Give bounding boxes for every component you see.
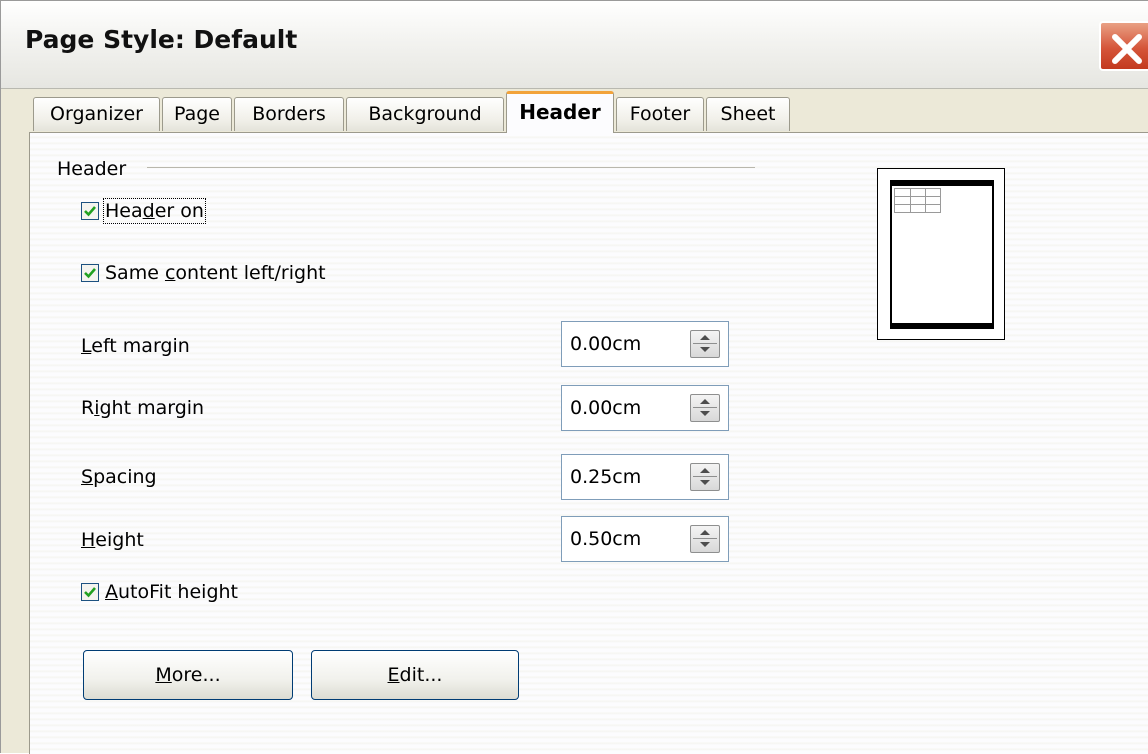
right-margin-spinner[interactable]: 0.00cm <box>561 385 729 431</box>
tab-footer[interactable]: Footer <box>616 97 704 131</box>
height-spinner[interactable]: 0.50cm <box>561 516 729 562</box>
same-content-label: Same content left/right <box>105 262 326 284</box>
left-margin-spinner[interactable]: 0.00cm <box>561 321 729 367</box>
dialog-title: Page Style: Default <box>25 25 298 54</box>
spin-up-icon[interactable] <box>699 528 711 536</box>
edit-button[interactable]: Edit... <box>311 650 519 700</box>
spin-buttons[interactable] <box>690 525 720 553</box>
height-label: Height <box>81 529 144 551</box>
spin-buttons[interactable] <box>690 330 720 358</box>
spreadsheet-grid-icon <box>894 188 941 213</box>
page-preview <box>877 168 1005 340</box>
spin-buttons[interactable] <box>690 463 720 491</box>
title-bar: Page Style: Default <box>1 1 1148 89</box>
spin-down-icon[interactable] <box>699 541 711 549</box>
checkmark-icon <box>84 206 96 217</box>
tab-background[interactable]: Background <box>346 97 504 131</box>
spin-up-icon[interactable] <box>699 397 711 405</box>
checkmark-icon <box>84 587 96 598</box>
checkmark-icon <box>84 268 96 279</box>
page-style-dialog: Page Style: Default Organizer Page Borde… <box>0 0 1148 754</box>
same-content-checkbox[interactable]: Same content left/right <box>81 259 326 287</box>
spin-up-icon[interactable] <box>699 466 711 474</box>
right-margin-value[interactable]: 0.00cm <box>570 397 641 419</box>
tab-page[interactable]: Page <box>162 97 232 131</box>
autofit-height-checkbox[interactable]: AutoFit height <box>81 578 238 606</box>
checkbox-box[interactable] <box>81 202 99 220</box>
header-on-checkbox[interactable]: Header on <box>81 197 206 225</box>
checkbox-box[interactable] <box>81 583 99 601</box>
spacing-spinner[interactable]: 0.25cm <box>561 454 729 500</box>
tab-borders[interactable]: Borders <box>234 97 344 131</box>
preview-footer-bar <box>892 323 992 327</box>
spin-down-icon[interactable] <box>699 346 711 354</box>
spin-down-icon[interactable] <box>699 479 711 487</box>
spin-up-icon[interactable] <box>699 333 711 341</box>
left-margin-value[interactable]: 0.00cm <box>570 333 641 355</box>
preview-header-bar <box>892 182 992 186</box>
height-value[interactable]: 0.50cm <box>570 528 641 550</box>
tab-organizer[interactable]: Organizer <box>33 97 160 131</box>
left-margin-label: Left margin <box>81 335 190 357</box>
close-button[interactable] <box>1099 21 1148 71</box>
tab-sheet[interactable]: Sheet <box>706 97 790 131</box>
right-margin-label: Right margin <box>81 397 205 419</box>
preview-page <box>890 180 994 329</box>
autofit-height-label: AutoFit height <box>105 581 238 603</box>
spacing-value[interactable]: 0.25cm <box>570 466 641 488</box>
spin-down-icon[interactable] <box>699 410 711 418</box>
more-button[interactable]: More... <box>83 650 293 700</box>
close-icon <box>1112 34 1142 64</box>
spacing-label: Spacing <box>81 466 157 488</box>
header-group-label: Header <box>57 158 127 180</box>
spin-buttons[interactable] <box>690 394 720 422</box>
tab-header[interactable]: Header <box>506 91 614 133</box>
header-on-label: Header on <box>103 198 206 224</box>
checkbox-box[interactable] <box>81 264 99 282</box>
group-divider <box>147 167 755 168</box>
